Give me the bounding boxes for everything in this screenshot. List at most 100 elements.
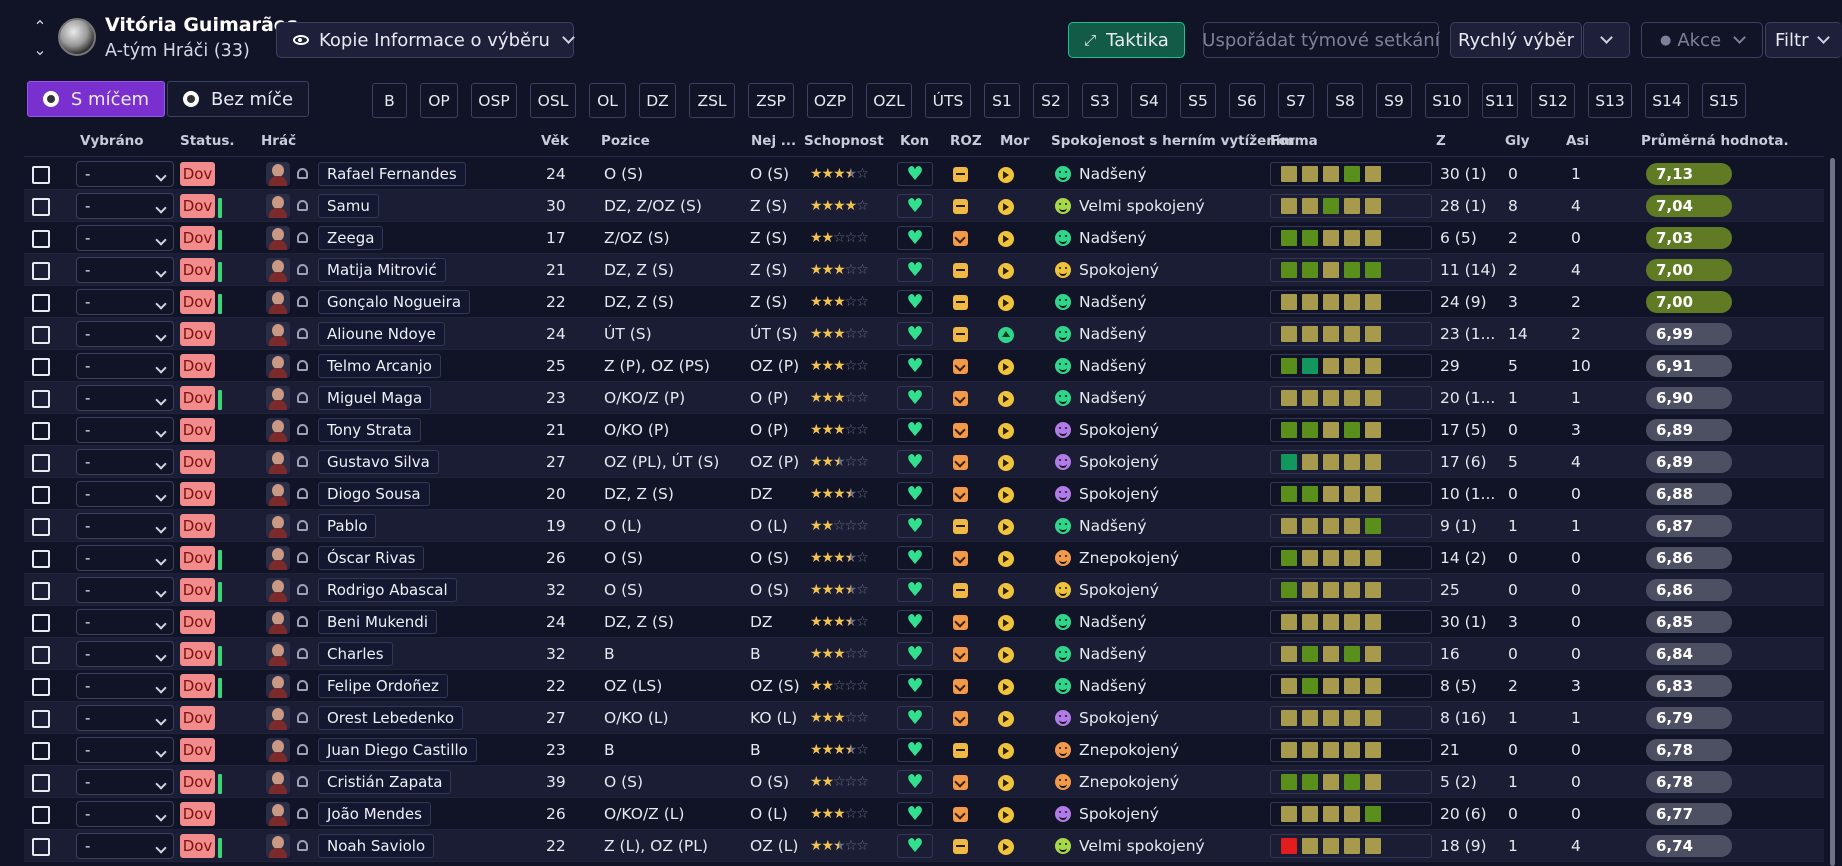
status-badge[interactable]: Dov xyxy=(180,418,215,442)
player-info-icon[interactable] xyxy=(297,840,308,851)
status-badge[interactable]: Dov xyxy=(180,738,215,762)
status-badge[interactable]: Dov xyxy=(180,578,215,602)
col-selected[interactable]: Vybráno xyxy=(80,133,144,149)
quick-pick-button[interactable]: Rychlý výběr xyxy=(1450,22,1582,58)
row-checkbox[interactable] xyxy=(32,614,50,632)
player-info-icon[interactable] xyxy=(297,584,308,595)
filter-button[interactable]: Filtr xyxy=(1765,22,1842,58)
table-row[interactable]: - Dov João Mendes 26 O/KO/Z (L) O (L) ★★★ ☆ ☆ ♥ Sp… xyxy=(24,798,1824,830)
row-checkbox[interactable] xyxy=(32,678,50,696)
table-row[interactable]: - Dov Alioune Ndoye 24 ÚT (S) ÚT (S) ★★★ ☆ ☆ ♥ Nad… xyxy=(24,318,1824,350)
player-name[interactable]: João Mendes xyxy=(318,802,431,826)
selection-dropdown[interactable]: - xyxy=(76,321,174,347)
table-row[interactable]: - Dov Juan Diego Castillo 23 B B ★★★ ★ ☆ ♥ Znepoko… xyxy=(24,734,1824,766)
position-filter-osp[interactable]: OSP xyxy=(471,83,517,118)
row-checkbox[interactable] xyxy=(32,518,50,536)
col-condition[interactable]: Kon xyxy=(900,133,929,149)
row-checkbox[interactable] xyxy=(32,454,50,472)
player-name[interactable]: Noah Saviolo xyxy=(318,834,435,858)
row-checkbox[interactable] xyxy=(32,326,50,344)
table-row[interactable]: - Dov Cristián Zapata 39 O (S) O (S) ★★ ☆ ☆ ☆ ♥ Zne… xyxy=(24,766,1824,798)
player-name[interactable]: Orest Lebedenko xyxy=(318,706,463,730)
player-name[interactable]: Felipe Ordoñez xyxy=(318,674,448,698)
selection-dropdown[interactable]: - xyxy=(76,673,174,699)
table-row[interactable]: - Dov Matija Mitrović 21 DZ, Z (S) Z (S) ★★★ ☆ ☆… xyxy=(24,254,1824,286)
selection-dropdown[interactable]: - xyxy=(76,481,174,507)
row-checkbox[interactable] xyxy=(32,742,50,760)
player-name[interactable]: Samu xyxy=(318,194,379,218)
player-info-icon[interactable] xyxy=(297,456,308,467)
position-filter-op[interactable]: OP xyxy=(420,83,458,118)
actions-button[interactable]: ● Akce xyxy=(1641,22,1763,58)
row-checkbox[interactable] xyxy=(32,294,50,312)
position-filter-s7[interactable]: S7 xyxy=(1278,83,1314,118)
player-name[interactable]: Tony Strata xyxy=(318,418,421,442)
status-badge[interactable]: Dov xyxy=(180,482,215,506)
position-filter-b[interactable]: B xyxy=(372,83,407,118)
player-name[interactable]: Matija Mitrović xyxy=(318,258,446,282)
status-badge[interactable]: Dov xyxy=(180,834,215,858)
table-row[interactable]: - Dov Gonçalo Nogueira 22 DZ, Z (S) Z (S) ★★★ ☆… xyxy=(24,286,1824,318)
position-filter-s10[interactable]: S10 xyxy=(1425,83,1469,118)
tab-with-ball[interactable]: S míčem xyxy=(27,81,165,117)
selection-dropdown[interactable]: - xyxy=(76,161,174,187)
player-info-icon[interactable] xyxy=(297,392,308,403)
col-form[interactable]: Forma xyxy=(1270,133,1318,149)
table-row[interactable]: - Dov Miguel Maga 23 O/KO/Z (P) O (P) ★★★ ☆ ☆ ♥ Na… xyxy=(24,382,1824,414)
chevron-down-icon[interactable]: ⌄ xyxy=(28,40,52,60)
position-filter-ozp[interactable]: OZP xyxy=(807,83,853,118)
selection-dropdown[interactable]: - xyxy=(76,833,174,859)
player-info-icon[interactable] xyxy=(297,232,308,243)
table-row[interactable]: - Dov Felipe Ordoñez 22 OZ (LS) OZ (S) ★★ ☆ ☆ ☆ ♥ N… xyxy=(24,670,1824,702)
position-filter-osl[interactable]: OSL xyxy=(530,83,576,118)
selection-dropdown[interactable]: - xyxy=(76,353,174,379)
player-info-icon[interactable] xyxy=(297,776,308,787)
table-row[interactable]: - Dov Rodrigo Abascal 32 O (S) O (S) ★★★ ★ ☆ ♥ Spo… xyxy=(24,574,1824,606)
row-checkbox[interactable] xyxy=(32,582,50,600)
status-badge[interactable]: Dov xyxy=(180,610,215,634)
status-badge[interactable]: Dov xyxy=(180,674,215,698)
position-filter-s9[interactable]: S9 xyxy=(1376,83,1412,118)
status-badge[interactable]: Dov xyxy=(180,546,215,570)
player-info-icon[interactable] xyxy=(297,744,308,755)
table-row[interactable]: - Dov Telmo Arcanjo 25 Z (P), OZ (PS) OZ (P) ★… xyxy=(24,350,1824,382)
col-age[interactable]: Věk xyxy=(541,133,569,149)
selection-dropdown[interactable]: - xyxy=(76,737,174,763)
position-filter-s15[interactable]: S15 xyxy=(1702,83,1746,118)
selection-dropdown[interactable]: - xyxy=(76,289,174,315)
col-roz[interactable]: ROZ xyxy=(950,133,982,149)
col-average-rating[interactable]: Průměrná hodnota. xyxy=(1641,133,1789,149)
player-name[interactable]: Pablo xyxy=(318,514,377,538)
table-row[interactable]: - Dov Diogo Sousa 20 DZ, Z (S) DZ ★★★ ★ ☆ ♥ Spokoj… xyxy=(24,478,1824,510)
position-filter-s14[interactable]: S14 xyxy=(1645,83,1689,118)
col-satisfaction[interactable]: Spokojenost s herním vytížením xyxy=(1051,133,1295,149)
scrollbar[interactable] xyxy=(1830,158,1835,866)
row-checkbox[interactable] xyxy=(32,710,50,728)
arrange-meeting-button[interactable]: Uspořádat týmové setkání xyxy=(1202,22,1440,58)
row-checkbox[interactable] xyxy=(32,774,50,792)
player-name[interactable]: Rodrigo Abascal xyxy=(318,578,457,602)
row-checkbox[interactable] xyxy=(32,550,50,568)
selection-dropdown[interactable]: - xyxy=(76,225,174,251)
col-ability[interactable]: Schopnost xyxy=(804,133,884,149)
selection-dropdown[interactable]: - xyxy=(76,545,174,571)
table-row[interactable]: - Dov Zeega 17 Z/OZ (S) Z (S) ★★ ☆ ☆ ☆ ♥ Nadšený 6 (… xyxy=(24,222,1824,254)
position-filter-ol[interactable]: OL xyxy=(589,83,626,118)
row-checkbox[interactable] xyxy=(32,646,50,664)
position-filter-úts[interactable]: ÚTS xyxy=(925,83,971,118)
row-checkbox[interactable] xyxy=(32,262,50,280)
player-name[interactable]: Gustavo Silva xyxy=(318,450,439,474)
position-filter-s1[interactable]: S1 xyxy=(984,83,1020,118)
player-info-icon[interactable] xyxy=(297,360,308,371)
player-name[interactable]: Alioune Ndoye xyxy=(318,322,445,346)
selection-dropdown[interactable]: - xyxy=(76,257,174,283)
player-name[interactable]: Juan Diego Castillo xyxy=(318,738,477,762)
status-badge[interactable]: Dov xyxy=(180,322,215,346)
player-name[interactable]: Gonçalo Nogueira xyxy=(318,290,471,314)
player-info-icon[interactable] xyxy=(297,712,308,723)
selection-dropdown[interactable]: - xyxy=(76,705,174,731)
position-filter-s12[interactable]: S12 xyxy=(1531,83,1575,118)
col-player[interactable]: Hráč xyxy=(261,133,296,149)
player-name[interactable]: Rafael Fernandes xyxy=(318,162,466,186)
selection-dropdown[interactable]: - xyxy=(76,609,174,635)
